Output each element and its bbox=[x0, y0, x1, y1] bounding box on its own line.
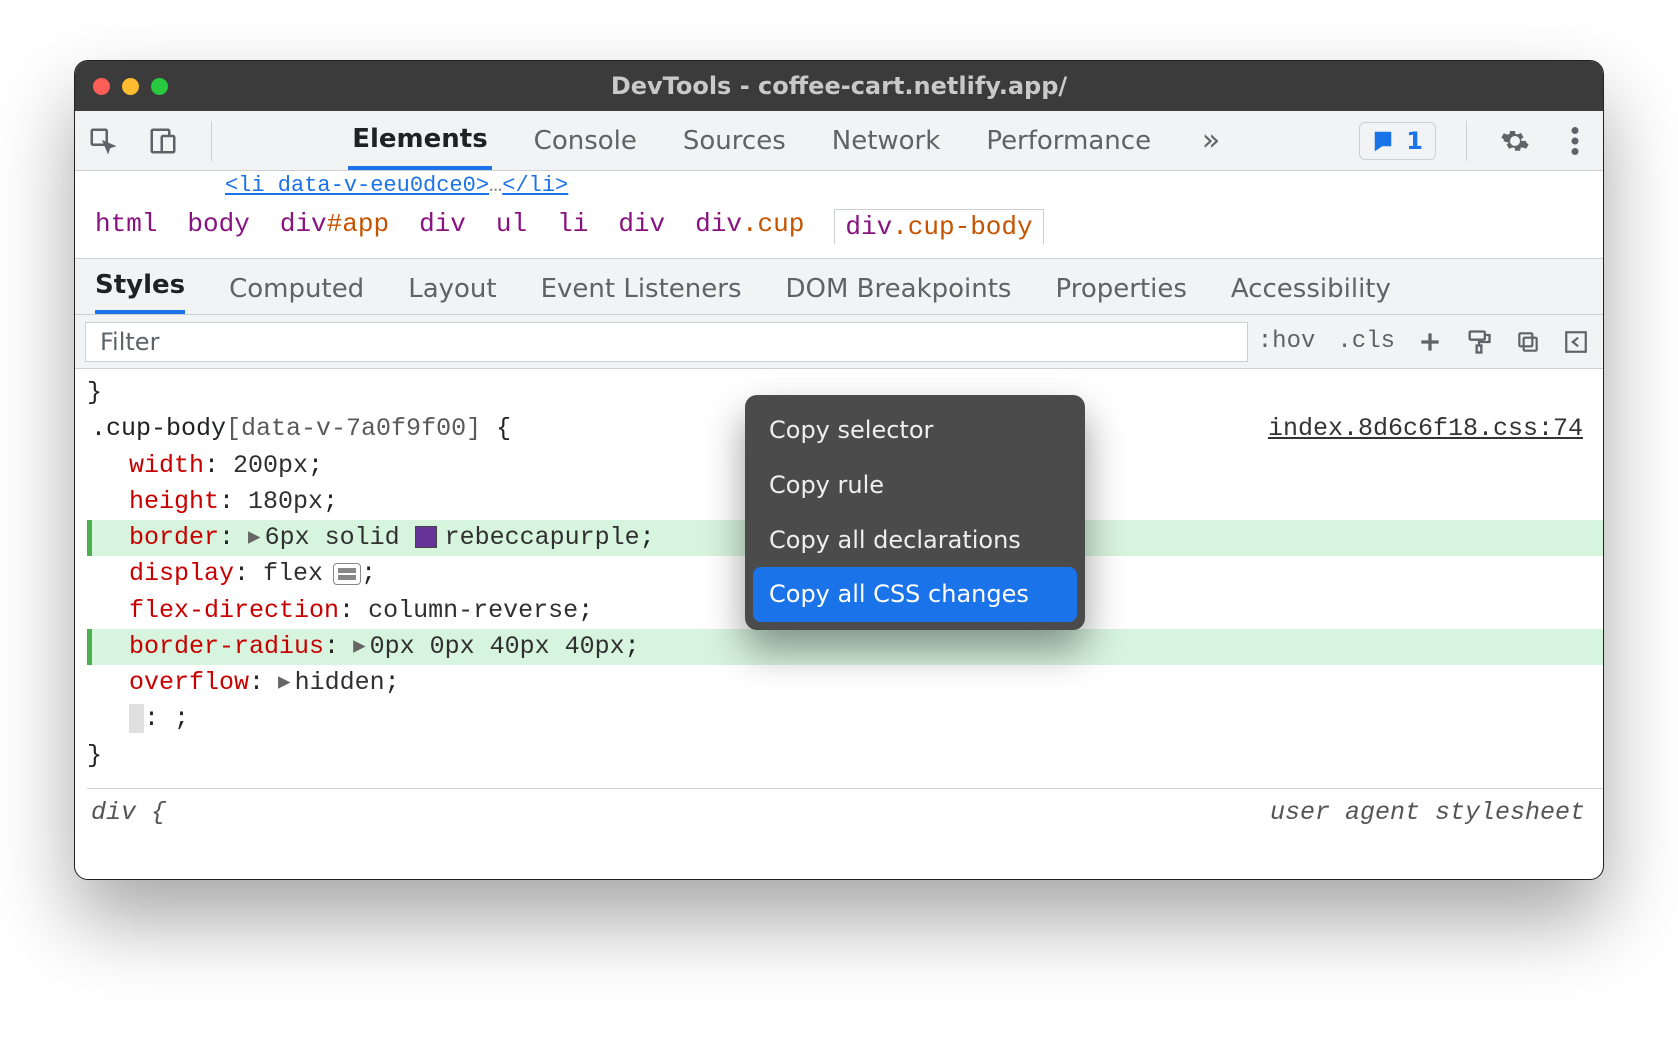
new-declaration[interactable]: : ; bbox=[87, 701, 1603, 737]
decl-prop[interactable]: display bbox=[129, 556, 234, 592]
rule-source-link[interactable]: index.8d6c6f18.css:74 bbox=[1268, 411, 1583, 447]
paint-icon[interactable] bbox=[1465, 328, 1493, 356]
minimize-window-button[interactable] bbox=[122, 78, 139, 95]
main-toolbar: Elements Console Sources Network Perform… bbox=[75, 111, 1603, 171]
crumb-li[interactable]: li bbox=[557, 209, 588, 244]
dom-snippet-close: </li> bbox=[502, 173, 568, 198]
declaration-row[interactable]: border-radius:▸0px 0px 40px 40px; bbox=[87, 629, 1603, 665]
tab-network[interactable]: Network bbox=[828, 111, 945, 170]
decl-value[interactable]: 180px bbox=[248, 484, 323, 520]
filter-placeholder: Filter bbox=[100, 328, 159, 356]
color-swatch[interactable] bbox=[415, 526, 437, 548]
dom-snippet: <li data-v-eeu0dce0> … </li> bbox=[75, 171, 1603, 199]
declaration-row[interactable]: overflow:▸hidden; bbox=[129, 665, 1603, 701]
filter-actions: :hov .cls bbox=[1258, 328, 1589, 356]
cls-toggle[interactable]: .cls bbox=[1337, 328, 1395, 355]
decl-value[interactable]: 200px bbox=[233, 448, 308, 484]
zoom-window-button[interactable] bbox=[151, 78, 168, 95]
toolbar-separator bbox=[211, 121, 212, 161]
crumb-html[interactable]: html bbox=[95, 209, 157, 244]
decl-prop[interactable]: border-radius bbox=[129, 629, 324, 665]
flexbox-editor-icon[interactable] bbox=[333, 563, 361, 585]
tab-performance[interactable]: Performance bbox=[982, 111, 1155, 170]
decl-prop[interactable]: flex-direction bbox=[129, 593, 339, 629]
titlebar: DevTools - coffee-cart.netlify.app/ bbox=[75, 61, 1603, 111]
copy-icon[interactable] bbox=[1515, 329, 1541, 355]
ctx-copy-all-declarations[interactable]: Copy all declarations bbox=[753, 513, 1077, 568]
toolbar-separator bbox=[1466, 121, 1467, 161]
window-traffic-lights bbox=[93, 78, 168, 95]
decl-prop[interactable]: overflow bbox=[129, 665, 249, 701]
tab-sources[interactable]: Sources bbox=[679, 111, 790, 170]
decl-prop[interactable]: border bbox=[129, 520, 219, 556]
decl-value[interactable]: flex bbox=[263, 556, 323, 592]
tab-console[interactable]: Console bbox=[530, 111, 641, 170]
more-tabs-icon[interactable]: » bbox=[1193, 123, 1229, 159]
tab-elements[interactable]: Elements bbox=[348, 111, 491, 170]
crumb-div2[interactable]: div bbox=[618, 209, 665, 244]
styles-subtabs: Styles Computed Layout Event Listeners D… bbox=[75, 259, 1603, 315]
styles-filter-bar: Filter :hov .cls bbox=[75, 315, 1603, 369]
decl-prop[interactable]: height bbox=[129, 484, 219, 520]
ctx-copy-selector[interactable]: Copy selector bbox=[753, 403, 1077, 458]
ctx-copy-rule[interactable]: Copy rule bbox=[753, 458, 1077, 513]
kebab-menu-icon[interactable] bbox=[1557, 123, 1593, 159]
subtab-dom-breakpoints[interactable]: DOM Breakpoints bbox=[786, 264, 1012, 314]
crumb-body[interactable]: body bbox=[187, 209, 249, 244]
rule-close-brace: } bbox=[87, 738, 1603, 774]
decl-value[interactable]: ▸6px solid rebeccapurple bbox=[248, 520, 640, 556]
settings-icon[interactable] bbox=[1497, 123, 1533, 159]
ua-selector[interactable]: div { bbox=[91, 795, 166, 831]
subtab-styles[interactable]: Styles bbox=[95, 260, 185, 314]
crumb-app[interactable]: div#app bbox=[280, 209, 389, 244]
computed-toggle-icon[interactable] bbox=[1563, 329, 1589, 355]
crumb-ul[interactable]: ul bbox=[496, 209, 527, 244]
issues-counter[interactable]: 1 bbox=[1359, 122, 1436, 160]
issues-count: 1 bbox=[1406, 127, 1423, 155]
subtab-event-listeners[interactable]: Event Listeners bbox=[541, 264, 742, 314]
ua-rule: div { user agent stylesheet bbox=[87, 788, 1603, 835]
ua-label: user agent stylesheet bbox=[1270, 795, 1585, 831]
context-menu: Copy selector Copy rule Copy all declara… bbox=[745, 395, 1085, 630]
styles-code: } .cup-body[data-v-7a0f9f00] { index.8d6… bbox=[75, 369, 1603, 879]
devtools-window: DevTools - coffee-cart.netlify.app/ Elem… bbox=[74, 60, 1604, 880]
decl-prop[interactable]: width bbox=[129, 448, 204, 484]
new-style-rule-icon[interactable] bbox=[1417, 329, 1443, 355]
subtab-computed[interactable]: Computed bbox=[229, 264, 364, 314]
close-window-button[interactable] bbox=[93, 78, 110, 95]
decl-value[interactable]: ▸0px 0px 40px 40px bbox=[353, 629, 625, 665]
crumb-cup[interactable]: div.cup bbox=[695, 209, 804, 244]
subtab-properties[interactable]: Properties bbox=[1055, 264, 1186, 314]
panel-tabs: Elements Console Sources Network Perform… bbox=[242, 111, 1335, 170]
device-toolbar-icon[interactable] bbox=[145, 123, 181, 159]
filter-input[interactable]: Filter bbox=[85, 322, 1248, 362]
decl-value[interactable]: ▸hidden bbox=[278, 665, 385, 701]
window-title: DevTools - coffee-cart.netlify.app/ bbox=[75, 72, 1603, 100]
rule-attr-selector[interactable]: [data-v-7a0f9f00] bbox=[226, 414, 481, 443]
ctx-copy-all-css-changes[interactable]: Copy all CSS changes bbox=[753, 567, 1077, 622]
rule-selector[interactable]: .cup-body bbox=[91, 414, 226, 443]
dom-snippet-open: <li data-v-eeu0dce0> bbox=[225, 173, 489, 198]
decl-value[interactable]: column-reverse bbox=[368, 593, 578, 629]
crumb-cup-body[interactable]: div.cup-body bbox=[834, 209, 1043, 244]
inspect-icon[interactable] bbox=[85, 123, 121, 159]
crumb-div[interactable]: div bbox=[419, 209, 466, 244]
breadcrumb: html body div#app div ul li div div.cup … bbox=[75, 199, 1603, 259]
subtab-layout[interactable]: Layout bbox=[408, 264, 496, 314]
hov-toggle[interactable]: :hov bbox=[1258, 328, 1316, 355]
subtab-accessibility[interactable]: Accessibility bbox=[1231, 264, 1391, 314]
